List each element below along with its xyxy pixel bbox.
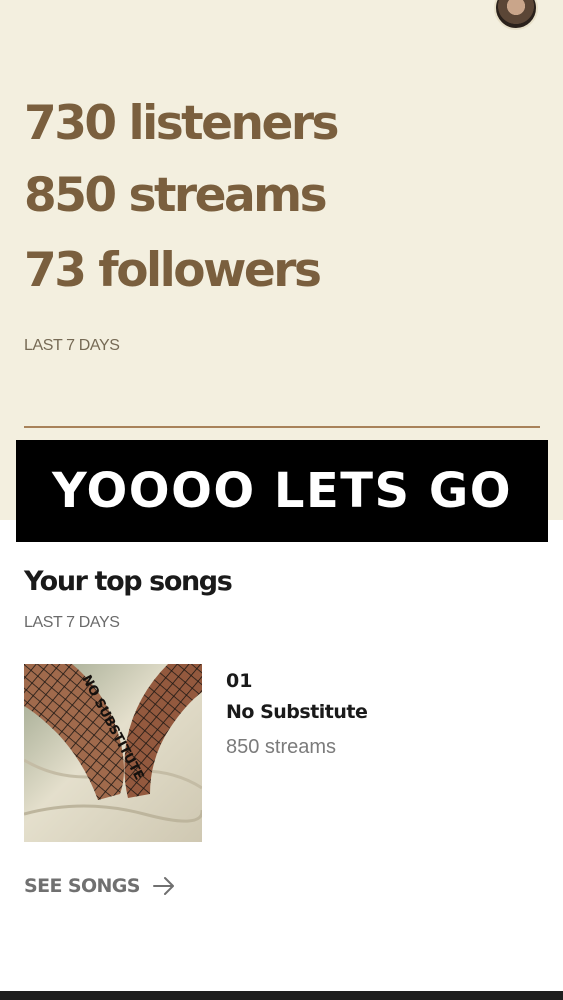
album-cover-art: NO SUBSTITUTE [24, 664, 202, 842]
song-list-item[interactable]: NO SUBSTITUTE 01 No Substitute 850 strea… [24, 664, 540, 842]
caption-banner: YOOOO LETS GO [16, 440, 548, 542]
profile-avatar[interactable] [494, 0, 538, 30]
stats-period-label: LAST 7 DAYS [24, 337, 120, 354]
bottom-edge-bar [0, 991, 563, 1000]
song-streams: 850 streams [226, 736, 337, 758]
listeners-stat: 730 listeners [24, 96, 340, 151]
top-songs-title: Your top songs [24, 566, 233, 597]
streams-stat: 850 streams [24, 168, 328, 223]
song-rank: 01 [226, 670, 253, 692]
section-divider [24, 426, 540, 428]
see-songs-label: SEE SONGS [24, 875, 140, 897]
caption-text: YOOOO LETS GO [51, 463, 513, 519]
album-cover: NO SUBSTITUTE [24, 664, 202, 842]
top-songs-period-label: LAST 7 DAYS [24, 614, 120, 631]
see-songs-link[interactable]: SEE SONGS [24, 874, 176, 898]
song-title: No Substitute [226, 701, 368, 723]
followers-stat: 73 followers [24, 243, 322, 298]
arrow-right-icon [152, 877, 174, 895]
